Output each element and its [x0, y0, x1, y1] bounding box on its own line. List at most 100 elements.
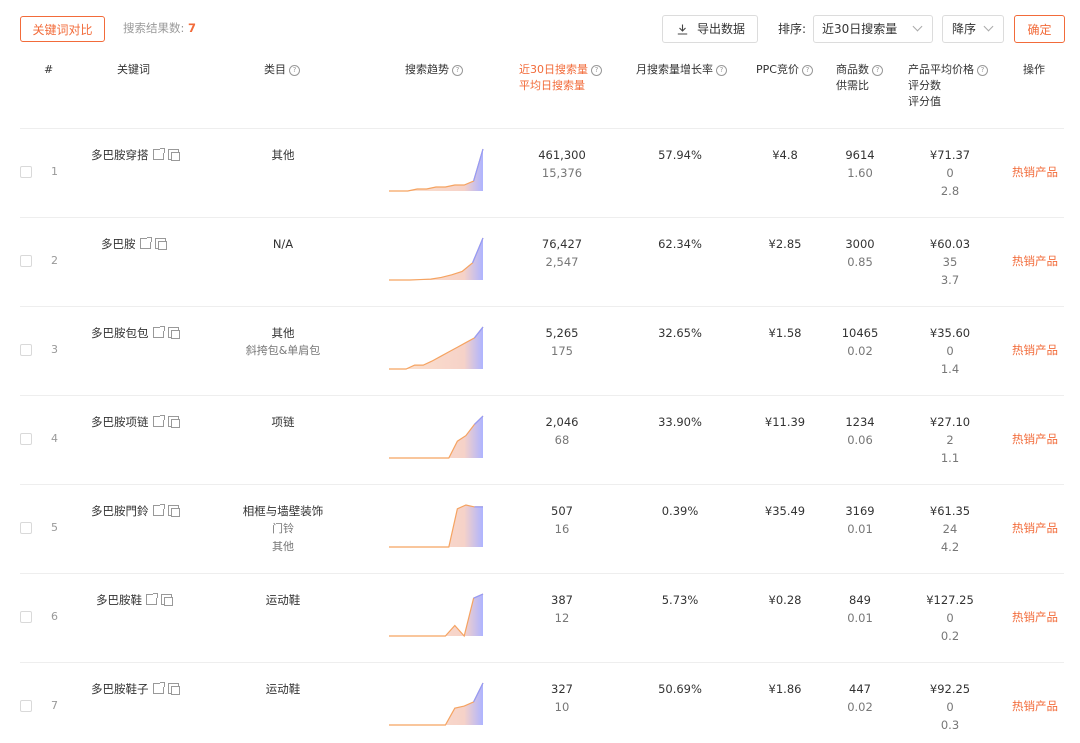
products-cell-supply: 0.01	[847, 522, 873, 536]
export-data-button[interactable]: 导出数据	[662, 15, 758, 43]
keyword-text[interactable]: 多巴胺	[101, 237, 136, 251]
price-cell-price: ¥27.10	[929, 415, 971, 429]
result-count-label: 搜索结果数: 7	[123, 20, 196, 36]
external-link-icon[interactable]	[152, 504, 165, 516]
row-divider	[20, 662, 1064, 663]
header-products[interactable]: 商品数? 供需比	[836, 62, 883, 94]
search-volume-cell: 387 12	[522, 591, 602, 627]
price-cell-price: ¥71.37	[929, 148, 971, 162]
row-checkbox[interactable]	[20, 344, 32, 356]
search-volume-cell-daily: 68	[554, 433, 570, 447]
search-volume-cell-daily: 2,547	[545, 255, 579, 269]
category-secondary: 斜挎包&单肩包	[245, 344, 321, 357]
external-link-icon[interactable]	[152, 682, 165, 694]
help-icon[interactable]: ?	[452, 65, 463, 76]
header-growth[interactable]: 月搜索量增长率?	[636, 62, 727, 78]
growth-cell-growth: 33.90%	[658, 415, 702, 429]
price-cell-score: 3.7	[940, 273, 960, 287]
hot-products-link[interactable]: 热销产品	[1012, 698, 1058, 714]
external-link-icon[interactable]	[152, 148, 165, 160]
header-ppc[interactable]: PPC竞价?	[756, 62, 813, 78]
row-checkbox[interactable]	[20, 611, 32, 623]
copy-icon[interactable]	[167, 416, 180, 428]
help-icon[interactable]: ?	[591, 65, 602, 76]
search-volume-cell-daily: 10	[554, 700, 570, 714]
header-trend-label: 搜索趋势	[405, 63, 449, 76]
search-volume-cell: 76,427 2,547	[522, 235, 602, 271]
copy-icon[interactable]	[167, 327, 180, 339]
ppc-cell-ppc: ¥1.86	[768, 682, 802, 696]
trend-area	[389, 416, 483, 458]
price-cell-price: ¥127.25	[926, 593, 974, 607]
help-icon[interactable]: ?	[872, 65, 883, 76]
header-index: #	[44, 63, 54, 76]
row-checkbox[interactable]	[20, 700, 32, 712]
products-cell-products: 3000	[845, 237, 875, 251]
ppc-cell: ¥0.28	[750, 591, 820, 609]
header-price[interactable]: 产品平均价格? 评分数 评分值	[908, 62, 988, 110]
sort-order-value: 降序	[952, 22, 977, 36]
external-link-icon[interactable]	[146, 593, 158, 605]
download-icon	[677, 24, 688, 35]
help-icon[interactable]: ?	[289, 65, 300, 76]
help-icon[interactable]: ?	[977, 65, 988, 76]
hot-products-link[interactable]: 热销产品	[1012, 431, 1058, 447]
help-icon[interactable]: ?	[801, 65, 813, 76]
copy-icon[interactable]	[167, 683, 180, 695]
keyword-text[interactable]: 多巴胺鞋子	[91, 682, 149, 696]
row-divider	[20, 573, 1064, 574]
row-checkbox[interactable]	[20, 522, 32, 534]
header-keyword: 关键词	[117, 63, 150, 76]
keyword-text[interactable]: 多巴胺門鈴	[91, 504, 149, 518]
result-label-text: 搜索结果数:	[123, 21, 185, 35]
growth-cell: 0.39%	[640, 502, 720, 520]
search-volume-cell-daily: 16	[554, 522, 570, 536]
products-cell: 849 0.01	[825, 591, 895, 627]
hot-products-link[interactable]: 热销产品	[1012, 520, 1058, 536]
search-volume-cell-search30: 5,265	[545, 326, 579, 340]
hot-products-link[interactable]: 热销产品	[1012, 164, 1058, 180]
help-icon[interactable]: ?	[716, 65, 727, 76]
price-cell: ¥92.25 0 0.3	[905, 680, 995, 734]
header-search30[interactable]: 近30日搜索量? 平均日搜索量	[519, 62, 602, 94]
hot-products-link[interactable]: 热销产品	[1012, 342, 1058, 358]
search-volume-cell-search30: 76,427	[541, 237, 583, 251]
sort-order-select[interactable]: 降序	[942, 15, 1004, 43]
keyword-text[interactable]: 多巴胺项链	[91, 415, 149, 429]
external-link-icon[interactable]	[152, 326, 165, 338]
trend-area	[389, 327, 483, 369]
header-trend[interactable]: 搜索趋势?	[405, 62, 463, 78]
sort-field-select[interactable]: 近30日搜索量	[813, 15, 933, 43]
row-divider	[20, 217, 1064, 218]
row-checkbox[interactable]	[20, 166, 32, 178]
keyword-text[interactable]: 多巴胺穿搭	[91, 148, 149, 162]
keyword-cell: 多巴胺鞋子	[91, 681, 180, 697]
keyword-text[interactable]: 多巴胺包包	[91, 326, 149, 340]
copy-icon[interactable]	[167, 505, 180, 517]
price-cell: ¥71.37 0 2.8	[905, 146, 995, 200]
ppc-cell-ppc: ¥2.85	[768, 237, 802, 251]
trend-area	[389, 238, 483, 280]
price-cell-score: 1.4	[940, 362, 960, 376]
keyword-compare-button[interactable]: 关键词对比	[20, 16, 105, 42]
category-primary: 运动鞋	[265, 682, 301, 696]
products-cell: 3169 0.01	[825, 502, 895, 538]
price-cell-price: ¥35.60	[929, 326, 971, 340]
copy-icon[interactable]	[167, 149, 180, 161]
copy-icon[interactable]	[161, 594, 173, 606]
hot-products-link[interactable]: 热销产品	[1012, 609, 1058, 625]
copy-icon[interactable]	[154, 238, 167, 250]
header-category[interactable]: 类目?	[264, 62, 300, 78]
external-link-icon[interactable]	[139, 237, 152, 249]
hot-products-link[interactable]: 热销产品	[1012, 253, 1058, 269]
row-checkbox[interactable]	[20, 255, 32, 267]
confirm-button[interactable]: 确定	[1014, 15, 1065, 43]
external-link-icon[interactable]	[152, 415, 165, 427]
row-checkbox[interactable]	[20, 433, 32, 445]
search-trend-sparkline	[389, 593, 484, 638]
chevron-down-icon	[983, 21, 994, 32]
ppc-cell: ¥4.8	[750, 146, 820, 164]
search-volume-cell: 327 10	[522, 680, 602, 716]
keyword-text[interactable]: 多巴胺鞋	[96, 593, 142, 607]
ppc-cell-ppc: ¥0.28	[768, 593, 802, 607]
